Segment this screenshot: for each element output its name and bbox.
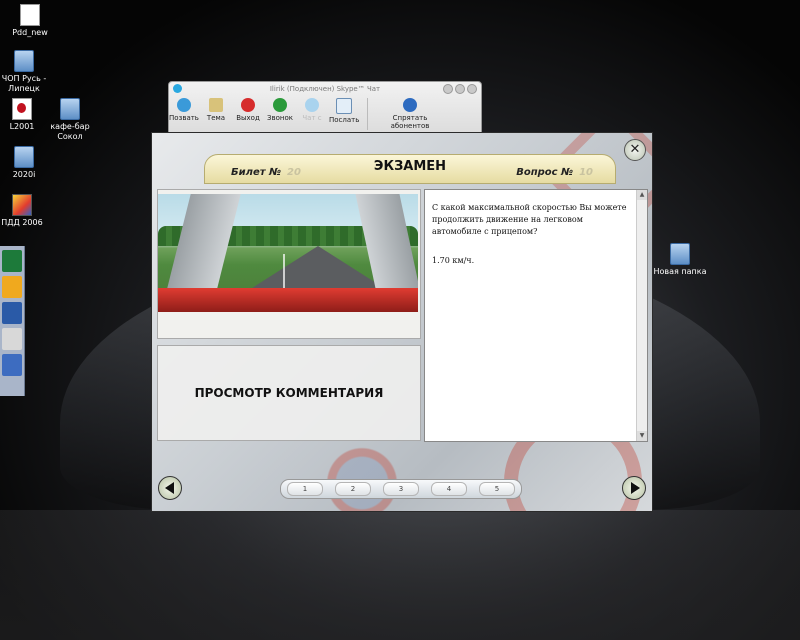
chat-icon [305,98,319,112]
page-button-3[interactable]: 3 [383,482,419,496]
close-icon: ✕ [629,142,641,157]
wallpaper-floor [0,510,800,640]
car-dashboard [158,288,418,312]
minimize-icon[interactable] [443,84,453,94]
topic-icon [209,98,223,112]
exit-icon [241,98,255,112]
send-button[interactable]: Послать [329,98,359,130]
scroll-up-icon[interactable]: ▲ [637,190,647,200]
next-button[interactable] [622,476,646,500]
word-icon[interactable] [2,302,22,324]
toolbar-divider [367,98,368,130]
folder-icon [670,243,690,265]
maximize-icon[interactable] [455,84,465,94]
skype-logo-icon [173,84,182,93]
desktop-icon-label: Новая папка [653,267,707,276]
window-controls [441,84,477,99]
view-comment-label: ПРОСМОТР КОММЕНТАРИЯ [194,386,384,400]
hide-contacts-label: Спрятать абонентов [390,114,430,130]
question-scrollbar[interactable]: ▲ ▼ [636,190,647,441]
desktop-icon-label: 2020i [12,170,36,179]
exit-label: Выход [236,114,260,122]
question-label: Вопрос № [516,167,574,178]
skype-toolbar: Позвать Тема Выход Звонок Чат с Послать … [169,96,481,130]
exam-window: ЭКЗАМЕН Билет №20 Вопрос №10 ✕ 80 ПРОСМО… [151,132,653,512]
excel-icon[interactable] [2,250,22,272]
page-selector: 1 2 3 4 5 [280,479,522,499]
skype-title: Ilirik (Подключен) Skype™ Чат [269,85,381,93]
desktop-icon-label: Pdd_new [12,28,48,37]
folder-icon [14,50,34,72]
invite-label: Позвать [169,114,199,122]
desktop-icon-pdd-2006[interactable]: ПДД 2006 [0,194,54,228]
topic-label: Тема [206,114,226,122]
desktop-icon-2020i[interactable]: 2020i [0,146,56,180]
scroll-down-icon[interactable]: ▼ [637,431,647,441]
outlook-icon[interactable] [2,276,22,298]
desktop-icon-label: кафе-бар Сокол [50,122,90,141]
exam-header: ЭКЗАМЕН Билет № 20 Вопрос № 10 [204,154,616,184]
desktop-icon-label: ЧОП Русь - Липецк [1,74,47,93]
send-label: Послать [329,116,360,124]
answer-option[interactable]: 1.70 км/ч. [432,256,630,265]
page-button-1[interactable]: 1 [287,482,323,496]
word-document-icon[interactable] [2,354,22,376]
chat-label: Чат с [302,114,322,122]
folder-icon [60,98,80,120]
call-icon [273,98,287,112]
page-button-2[interactable]: 2 [335,482,371,496]
previous-button[interactable] [158,476,182,500]
question-image: 80 [158,194,418,312]
invite-icon [177,98,191,112]
question-number: 10 [579,167,593,178]
arrow-right-icon [403,98,417,112]
page-button-4[interactable]: 4 [431,482,467,496]
app-icon [12,194,32,216]
chat-button[interactable]: Чат с [297,98,327,130]
question-text: С какой максимальной скоростью Вы можете… [432,203,627,236]
ticket-number: 20 [287,167,301,178]
desktop-icon-pdd-new[interactable]: Pdd_new [0,4,62,38]
printer-icon[interactable] [2,328,22,350]
topic-button[interactable]: Тема [201,98,231,130]
exit-button[interactable]: Выход [233,98,263,130]
invite-button[interactable]: Позвать [169,98,199,130]
pdf-icon [12,98,32,120]
send-file-icon [336,98,352,114]
folder-icon [14,146,34,168]
ticket-indicator: Билет № 20 [231,167,301,178]
close-button[interactable]: ✕ [624,139,646,161]
call-label: Звонок [267,114,293,122]
skype-titlebar[interactable]: Ilirik (Подключен) Skype™ Чат [169,82,481,96]
desktop-icon-new-folder[interactable]: Новая папка [648,243,712,277]
desktop-icon-kafe-bar[interactable]: кафе-бар Сокол [38,98,102,142]
desktop-icon-label: ПДД 2006 [1,218,43,227]
ticket-label: Билет № [231,167,282,178]
view-comment-button[interactable]: ПРОСМОТР КОММЕНТАРИЯ [157,345,421,441]
question-image-panel: 80 [157,189,421,339]
skype-chat-window: Ilirik (Подключен) Skype™ Чат Позвать Те… [168,81,482,135]
question-box: С какой максимальной скоростью Вы можете… [424,189,648,442]
desktop-icon-chop-rus[interactable]: ЧОП Русь - Липецк [0,50,56,94]
page-button-5[interactable]: 5 [479,482,515,496]
document-icon [20,4,40,26]
call-button[interactable]: Звонок [265,98,295,130]
close-icon[interactable] [467,84,477,94]
hide-contacts-button[interactable]: Спрятать абонентов [374,98,446,130]
question-indicator: Вопрос № 10 [516,167,593,178]
quick-launch-bar [0,246,25,396]
